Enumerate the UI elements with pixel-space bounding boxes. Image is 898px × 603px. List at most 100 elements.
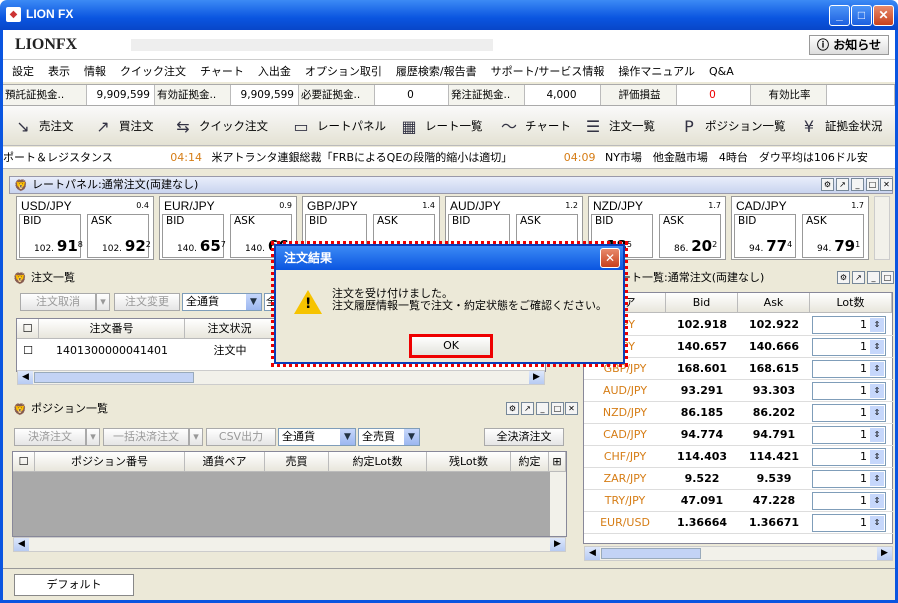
gear-icon[interactable]: ⚙ bbox=[837, 271, 850, 284]
quick-order-button[interactable]: ⇆ クイック注文 bbox=[173, 116, 268, 136]
menu-quick-order[interactable]: クイック注文 bbox=[120, 63, 186, 79]
tab-default[interactable]: デフォルト bbox=[14, 574, 134, 596]
gear-icon[interactable]: ⚙ bbox=[821, 178, 834, 191]
column-header[interactable]: Bid bbox=[666, 293, 738, 313]
ok-button[interactable]: OK bbox=[409, 334, 493, 358]
scroll-right-icon[interactable]: ▶ bbox=[877, 547, 892, 560]
buy-order-button[interactable]: ↗ 買注文 bbox=[93, 116, 153, 136]
ask-button[interactable]: ASK 102. 922 bbox=[87, 214, 151, 258]
minimize-button[interactable]: _ bbox=[829, 5, 850, 26]
bid-button[interactable]: BID 94. 774 bbox=[734, 214, 796, 258]
order-cancel-dropdown[interactable]: ▾ bbox=[96, 293, 110, 311]
settle-dropdown[interactable]: ▾ bbox=[86, 428, 100, 446]
rate-row[interactable]: NZD/JPY 86.185 86.202 1 ⇕ bbox=[584, 402, 893, 424]
sell-order-button[interactable]: ↘ 売注文 bbox=[13, 116, 73, 136]
column-header[interactable]: 約定Lot数 bbox=[329, 452, 427, 472]
rate-card[interactable]: CAD/JPY 1.7 BID 94. 774 ASK 94. 791 bbox=[731, 196, 869, 260]
menu-history[interactable]: 履歴検索/報告書 bbox=[396, 63, 477, 79]
lot-stepper[interactable]: 1 ⇕ bbox=[812, 360, 886, 378]
scroll-left-icon[interactable]: ◀ bbox=[14, 538, 29, 551]
menu-qa[interactable]: Q&A bbox=[709, 65, 734, 78]
rate-row[interactable]: EUR/USD 1.36664 1.36671 1 ⇕ bbox=[584, 512, 893, 534]
menu-support[interactable]: サポート/サービス情報 bbox=[491, 63, 605, 79]
column-header[interactable]: 残Lot数 bbox=[427, 452, 511, 472]
pin-icon[interactable]: ↗ bbox=[852, 271, 865, 284]
lot-stepper[interactable]: 1 ⇕ bbox=[812, 426, 886, 444]
position-vscrollbar[interactable] bbox=[550, 472, 566, 536]
lot-stepper[interactable]: 1 ⇕ bbox=[812, 492, 886, 510]
bulk-settle-dropdown[interactable]: ▾ bbox=[189, 428, 203, 446]
order-list-button[interactable]: ☰ 注文一覧 bbox=[583, 116, 655, 136]
settle-all-button[interactable]: 全決済注文 bbox=[484, 428, 564, 446]
lot-stepper[interactable]: 1 ⇕ bbox=[812, 448, 886, 466]
pin-icon[interactable]: ↗ bbox=[836, 178, 849, 191]
close-button[interactable]: ✕ bbox=[873, 5, 894, 26]
minimize-panel-icon[interactable]: _ bbox=[867, 271, 880, 284]
rate-row[interactable]: /JPY 102.918 102.922 1 ⇕ bbox=[584, 314, 893, 336]
side-select[interactable]: 全売買 ▼ bbox=[358, 428, 420, 446]
dialog-close-button[interactable]: ✕ bbox=[600, 248, 620, 268]
order-change-button[interactable]: 注文変更 bbox=[114, 293, 180, 311]
notice-button[interactable]: ⓘ お知らせ bbox=[809, 35, 889, 55]
column-header[interactable]: 売買 bbox=[265, 452, 329, 472]
select-all-checkbox[interactable]: ☐ bbox=[13, 452, 35, 472]
lot-stepper[interactable]: 1 ⇕ bbox=[812, 338, 886, 356]
order-status[interactable]: 注文中 bbox=[185, 341, 275, 361]
bulk-settle-button[interactable]: 一括決済注文 bbox=[103, 428, 189, 446]
column-header[interactable]: 注文番号 bbox=[39, 319, 185, 339]
rate-panel-scrollbar[interactable] bbox=[874, 196, 890, 260]
close-panel-icon[interactable]: ✕ bbox=[880, 178, 893, 191]
menu-deposit[interactable]: 入出金 bbox=[258, 63, 291, 79]
order-number[interactable]: 1401300000041401 bbox=[39, 341, 185, 361]
rate-row[interactable]: CHF/JPY 114.403 114.421 1 ⇕ bbox=[584, 446, 893, 468]
maximize-panel-icon[interactable]: □ bbox=[866, 178, 879, 191]
position-hscrollbar[interactable]: ◀ ▶ bbox=[13, 537, 566, 552]
bid-button[interactable]: BID 140. 657 bbox=[162, 214, 226, 258]
rate-row[interactable]: CAD/JPY 94.774 94.791 1 ⇕ bbox=[584, 424, 893, 446]
menu-settings[interactable]: 設定 bbox=[12, 63, 34, 79]
order-cancel-button[interactable]: 注文取消 bbox=[20, 293, 96, 311]
ask-button[interactable]: ASK 94. 791 bbox=[802, 214, 864, 258]
lot-stepper[interactable]: 1 ⇕ bbox=[812, 404, 886, 422]
ask-button[interactable]: ASK 86. 202 bbox=[659, 214, 721, 258]
rate-row[interactable]: TRY/JPY 47.091 47.228 1 ⇕ bbox=[584, 490, 893, 512]
margin-status-button[interactable]: ¥ 証拠金状況 bbox=[799, 116, 883, 136]
close-panel-icon[interactable]: ✕ bbox=[565, 402, 578, 415]
menu-option[interactable]: オプション取引 bbox=[305, 63, 382, 79]
column-header[interactable]: Lot数 bbox=[810, 293, 892, 313]
rate-list-hscrollbar[interactable]: ◀ ▶ bbox=[584, 546, 893, 561]
column-chooser-icon[interactable]: ⊞ bbox=[549, 452, 566, 472]
menu-view[interactable]: 表示 bbox=[48, 63, 70, 79]
rate-row[interactable]: /JPY 140.657 140.666 1 ⇕ bbox=[584, 336, 893, 358]
lot-stepper[interactable]: 1 ⇕ bbox=[812, 514, 886, 532]
position-list-button[interactable]: P ポジション一覧 bbox=[679, 116, 785, 136]
gear-icon[interactable]: ⚙ bbox=[506, 402, 519, 415]
column-header[interactable]: ポジション番号 bbox=[35, 452, 185, 472]
chart-button[interactable]: 〜チャート bbox=[499, 116, 571, 136]
menu-manual[interactable]: 操作マニュアル bbox=[618, 63, 695, 79]
minimize-panel-icon[interactable]: _ bbox=[536, 402, 549, 415]
rate-panel-button[interactable]: ▭ レートパネル bbox=[291, 116, 386, 136]
maximize-panel-icon[interactable]: □ bbox=[881, 271, 894, 284]
pin-icon[interactable]: ↗ bbox=[521, 402, 534, 415]
rate-row[interactable]: ZAR/JPY 9.522 9.539 1 ⇕ bbox=[584, 468, 893, 490]
lot-stepper[interactable]: 1 ⇕ bbox=[812, 316, 886, 334]
column-header[interactable]: Ask bbox=[738, 293, 810, 313]
settle-order-button[interactable]: 決済注文 bbox=[14, 428, 86, 446]
currency-select[interactable]: 全通貨 ▼ bbox=[182, 293, 262, 311]
column-header[interactable]: 約定 bbox=[511, 452, 549, 472]
lot-stepper[interactable]: 1 ⇕ bbox=[812, 382, 886, 400]
order-hscrollbar[interactable]: ◀ ▶ bbox=[17, 370, 545, 385]
rate-list-button[interactable]: ▦ レート一覧 bbox=[399, 116, 482, 136]
row-checkbox[interactable]: ☐ bbox=[17, 341, 39, 361]
select-all-checkbox[interactable]: ☐ bbox=[17, 319, 39, 339]
minimize-panel-icon[interactable]: _ bbox=[851, 178, 864, 191]
menu-info[interactable]: 情報 bbox=[84, 63, 106, 79]
position-currency-select[interactable]: 全通貨 ▼ bbox=[278, 428, 356, 446]
rate-row[interactable]: GBP/JPY 168.601 168.615 1 ⇕ bbox=[584, 358, 893, 380]
csv-export-button[interactable]: CSV出力 bbox=[206, 428, 276, 446]
maximize-button[interactable]: □ bbox=[851, 5, 872, 26]
column-header[interactable]: 通貨ペア bbox=[185, 452, 265, 472]
scroll-left-icon[interactable]: ◀ bbox=[18, 371, 33, 384]
news-ticker[interactable]: ポート＆レジスタンス 04:14 米アトランタ連銀総裁「FRBによるQEの段階的… bbox=[3, 147, 895, 169]
